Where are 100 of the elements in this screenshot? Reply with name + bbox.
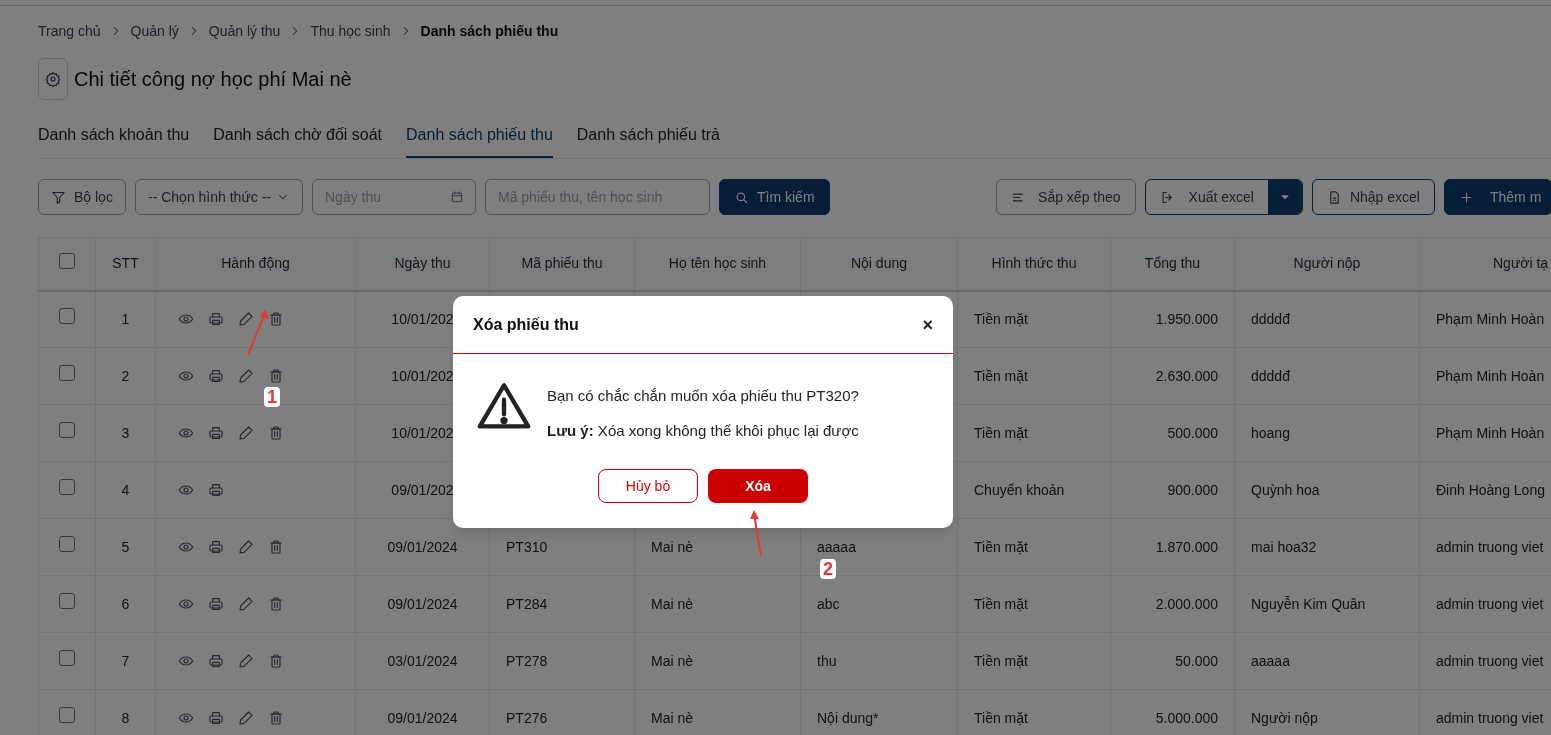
pencil-icon[interactable] bbox=[238, 425, 254, 441]
add-button[interactable]: Thêm m bbox=[1444, 179, 1551, 215]
dialog-note: Lưu ý: Xóa xong không thể khôi phục lại được bbox=[547, 420, 859, 441]
table-cell: 09/01/202 bbox=[391, 481, 454, 498]
breadcrumb-link[interactable]: Danh sách phiếu thu bbox=[420, 20, 559, 42]
checkbox[interactable] bbox=[59, 536, 75, 552]
pencil-icon[interactable] bbox=[238, 710, 254, 726]
import-button[interactable]: Nhập excel bbox=[1311, 179, 1435, 215]
sort-button[interactable]: Sắp xếp theo bbox=[995, 179, 1136, 215]
tab[interactable]: Danh sách phiếu trả bbox=[576, 114, 720, 158]
view-icon[interactable] bbox=[178, 482, 194, 498]
trash-icon[interactable] bbox=[268, 425, 284, 441]
table-cell: 5.000.000 bbox=[1155, 709, 1218, 726]
table-cell: admin truong viet bbox=[1436, 709, 1544, 726]
checkbox[interactable] bbox=[59, 365, 75, 381]
printer-icon[interactable] bbox=[208, 710, 224, 726]
tab[interactable]: Danh sách chờ đối soát bbox=[213, 114, 383, 158]
table-cell: PT284 bbox=[506, 595, 548, 612]
table-cell: hoang bbox=[1251, 424, 1290, 441]
table-cell: Chuyển khoản bbox=[974, 481, 1065, 498]
view-icon[interactable] bbox=[178, 653, 194, 669]
column-header: STT bbox=[112, 255, 139, 272]
table-cell: Tiền mặt bbox=[974, 652, 1028, 669]
table-cell: 2.630.000 bbox=[1155, 367, 1218, 384]
tab[interactable]: Danh sách khoản thu bbox=[38, 114, 190, 158]
table-cell: Tiền mặt bbox=[974, 709, 1028, 726]
printer-icon[interactable] bbox=[208, 539, 224, 555]
pencil-icon[interactable] bbox=[238, 596, 254, 612]
printer-icon[interactable] bbox=[208, 653, 224, 669]
view-icon[interactable] bbox=[178, 425, 194, 441]
trash-icon[interactable] bbox=[268, 311, 284, 328]
table-cell: 2 bbox=[121, 367, 130, 384]
delete-button[interactable]: Xóa bbox=[708, 469, 808, 503]
trash-icon[interactable] bbox=[268, 539, 284, 555]
table-cell: aaaaa bbox=[1251, 652, 1290, 669]
trash-icon[interactable] bbox=[268, 596, 284, 612]
table-cell: 3 bbox=[121, 424, 130, 441]
pencil-icon[interactable] bbox=[238, 311, 254, 328]
filter-button[interactable]: Bộ lọc bbox=[38, 179, 126, 215]
table-cell: Đinh Hoàng Long bbox=[1436, 481, 1545, 498]
table-cell: 2.000.000 bbox=[1155, 595, 1218, 612]
table-cell: 4 bbox=[121, 481, 130, 498]
column-header: Người tạ bbox=[1493, 255, 1549, 272]
table-cell: aaaaa bbox=[817, 538, 856, 555]
view-icon[interactable] bbox=[178, 596, 194, 612]
table-cell: 7 bbox=[121, 652, 130, 669]
view-icon[interactable] bbox=[178, 368, 194, 384]
table-cell: 09/01/2024 bbox=[387, 709, 458, 726]
annotation-arrow bbox=[750, 510, 762, 557]
table-cell: Mai nè bbox=[651, 709, 694, 726]
printer-icon[interactable] bbox=[208, 482, 224, 498]
table-cell: Quỳnh hoa bbox=[1251, 481, 1320, 498]
checkbox[interactable] bbox=[59, 308, 75, 325]
table-cell: mai hoa32 bbox=[1251, 538, 1317, 555]
table-cell: abc bbox=[817, 595, 840, 612]
calendar-icon bbox=[450, 190, 464, 204]
breadcrumb-link[interactable]: Quản lý bbox=[130, 20, 179, 42]
table-cell: 6 bbox=[121, 595, 130, 612]
pencil-icon[interactable] bbox=[238, 368, 254, 384]
table-cell: 900.000 bbox=[1167, 481, 1218, 498]
checkbox[interactable] bbox=[59, 479, 75, 495]
printer-icon[interactable] bbox=[208, 596, 224, 612]
table-cell: 8 bbox=[121, 709, 130, 726]
printer-icon[interactable] bbox=[208, 368, 224, 384]
column-header: Hình thức thu bbox=[991, 255, 1077, 272]
settings-button[interactable] bbox=[38, 58, 68, 100]
view-icon[interactable] bbox=[178, 539, 194, 555]
pencil-icon[interactable] bbox=[238, 539, 254, 555]
dialog-title: Xóa phiếu thu bbox=[473, 314, 579, 335]
printer-icon[interactable] bbox=[208, 425, 224, 441]
view-icon[interactable] bbox=[178, 710, 194, 726]
table-cell: 5 bbox=[121, 538, 130, 555]
breadcrumb-link[interactable]: Trang chủ bbox=[38, 20, 101, 42]
table-cell: Tiền mặt bbox=[974, 538, 1028, 555]
table-cell: admin truong viet bbox=[1436, 652, 1544, 669]
table-cell: Mai nè bbox=[651, 595, 694, 612]
dropdown-button[interactable] bbox=[1267, 180, 1302, 214]
checkbox[interactable] bbox=[59, 252, 75, 269]
export-icon bbox=[1159, 189, 1175, 205]
tab[interactable]: Danh sách phiếu thu bbox=[406, 114, 553, 158]
table-cell: 03/01/2024 bbox=[387, 652, 458, 669]
annotation-number: 1 bbox=[264, 387, 280, 407]
checkbox[interactable] bbox=[59, 650, 75, 666]
checkbox[interactable] bbox=[59, 422, 75, 438]
search-button[interactable]: Tìm kiếm bbox=[719, 179, 830, 215]
annotation-arrow bbox=[247, 309, 269, 356]
checkbox[interactable] bbox=[59, 593, 75, 609]
trash-icon[interactable] bbox=[268, 368, 284, 384]
close-button[interactable]: × bbox=[922, 315, 933, 334]
checkbox[interactable] bbox=[59, 707, 75, 723]
trash-icon[interactable] bbox=[268, 710, 284, 726]
trash-icon[interactable] bbox=[268, 653, 284, 669]
column-header: Người nộp bbox=[1293, 255, 1361, 272]
method-select[interactable]: -- Chọn hình thức -- bbox=[135, 179, 303, 215]
breadcrumb-link[interactable]: Thu học sinh bbox=[310, 20, 391, 42]
cancel-button[interactable]: Hủy bỏ bbox=[598, 469, 698, 503]
breadcrumb-link[interactable]: Quản lý thu bbox=[208, 20, 281, 42]
pencil-icon[interactable] bbox=[238, 653, 254, 669]
table-cell: Phạm Minh Hoàn bbox=[1436, 424, 1545, 441]
printer-icon[interactable] bbox=[208, 311, 224, 328]
